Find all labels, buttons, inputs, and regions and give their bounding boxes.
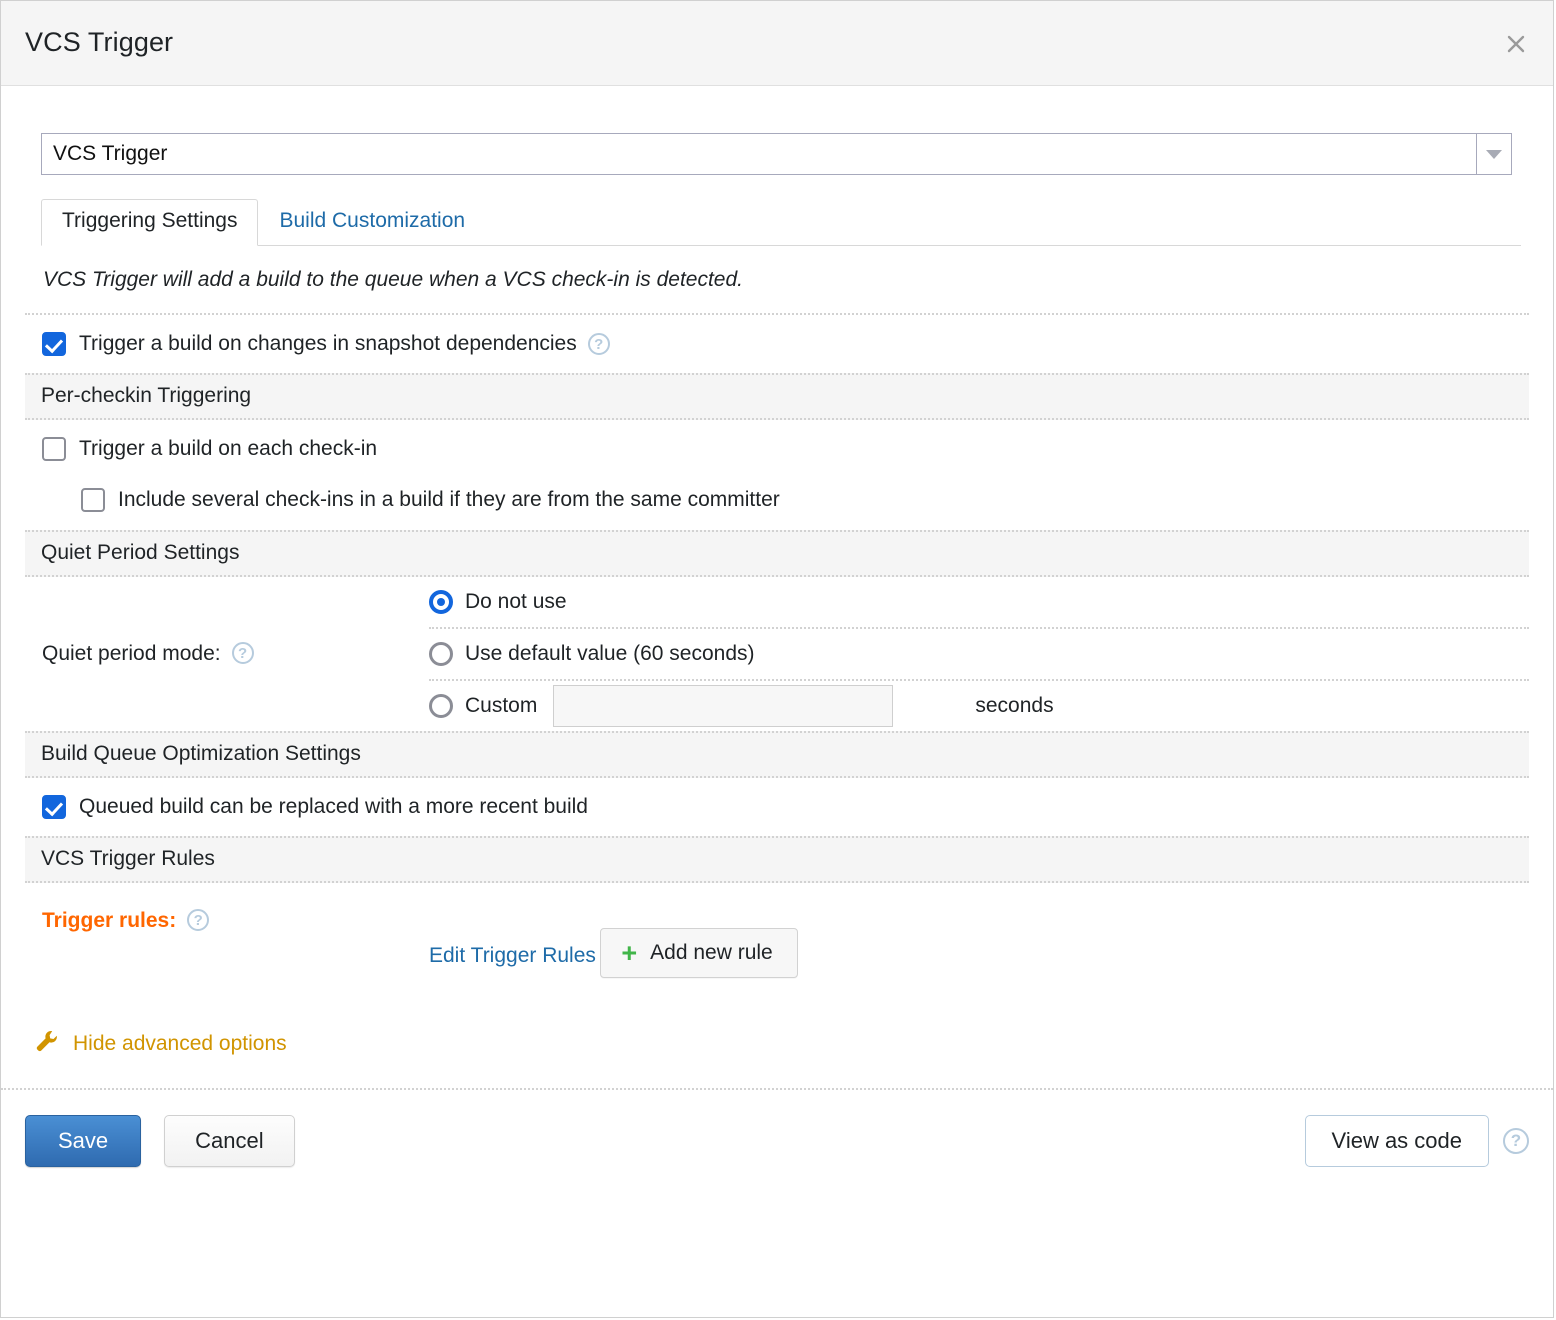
snapshot-dependencies-checkbox[interactable] [42, 332, 66, 356]
queued-build-replace-checkbox[interactable] [42, 795, 66, 819]
section-quiet-period-settings: Quiet Period Settings [25, 530, 1529, 577]
view-as-code-button[interactable]: View as code [1305, 1115, 1489, 1167]
same-committer-checkbox[interactable] [81, 488, 105, 512]
quiet-option-use-default[interactable]: Use default value (60 seconds) [429, 627, 1529, 679]
dialog-title: VCS Trigger [25, 27, 173, 58]
same-committer-label: Include several check-ins in a build if … [118, 488, 780, 512]
add-new-rule-label: Add new rule [650, 941, 773, 965]
cancel-button[interactable]: Cancel [164, 1115, 294, 1167]
tab-bar: Triggering Settings Build Customization [41, 198, 1529, 246]
radio-label: Use default value (60 seconds) [465, 642, 755, 666]
tab-label: Triggering Settings [62, 209, 237, 232]
section-vcs-trigger-rules: VCS Trigger Rules [25, 836, 1529, 883]
advanced-options-label[interactable]: Hide advanced options [73, 1032, 287, 1056]
radio-do-not-use[interactable] [429, 590, 453, 614]
quiet-period-block: Quiet period mode:? Do not use Use defau… [25, 577, 1529, 731]
trigger-rules-label-cell: Trigger rules:? [25, 909, 429, 978]
trigger-rules-label: Trigger rules: [42, 909, 176, 932]
same-committer-row[interactable]: Include several check-ins in a build if … [25, 478, 1529, 530]
quiet-period-label-cell: Quiet period mode:? [25, 642, 429, 666]
chevron-down-icon[interactable] [1476, 134, 1511, 174]
close-icon[interactable] [1501, 29, 1531, 59]
help-icon[interactable]: ? [232, 642, 254, 664]
help-icon[interactable]: ? [187, 909, 209, 931]
radio-custom[interactable] [429, 694, 453, 718]
dialog-footer: Save Cancel View as code ? [1, 1088, 1553, 1167]
radio-use-default[interactable] [429, 642, 453, 666]
quiet-period-radio-group: Do not use Use default value (60 seconds… [429, 577, 1529, 731]
section-build-queue-optimization: Build Queue Optimization Settings [25, 731, 1529, 778]
dialog-body: VCS Trigger Triggering Settings Build Cu… [1, 133, 1553, 1167]
trigger-rules-block: Trigger rules:? Edit Trigger Rules + Add… [25, 883, 1529, 978]
each-checkin-row[interactable]: Trigger a build on each check-in [25, 420, 1529, 478]
trigger-rules-controls: Edit Trigger Rules + Add new rule [429, 909, 1529, 978]
section-per-checkin-triggering: Per-checkin Triggering [25, 373, 1529, 420]
plus-icon: + [621, 943, 637, 963]
footer-right-group: View as code ? [1305, 1115, 1529, 1167]
trigger-description: VCS Trigger will add a build to the queu… [43, 268, 1529, 292]
radio-label: Custom [465, 694, 537, 718]
trigger-type-select[interactable]: VCS Trigger [41, 133, 1512, 175]
save-button[interactable]: Save [25, 1115, 141, 1167]
quiet-period-label: Quiet period mode: [42, 642, 221, 665]
quiet-option-custom[interactable]: Custom seconds [429, 679, 1529, 731]
add-new-rule-button[interactable]: + Add new rule [600, 928, 797, 978]
queued-build-replace-label: Queued build can be replaced with a more… [79, 795, 588, 819]
seconds-unit-label: seconds [975, 694, 1053, 718]
help-icon[interactable]: ? [588, 333, 610, 355]
dialog-header: VCS Trigger [1, 1, 1553, 86]
wrench-icon [33, 1027, 61, 1060]
advanced-options-row[interactable]: Hide advanced options [25, 978, 1529, 1088]
custom-seconds-input[interactable] [553, 685, 893, 727]
tab-triggering-settings[interactable]: Triggering Settings [41, 199, 258, 246]
trigger-type-value: VCS Trigger [42, 134, 1476, 174]
tab-build-customization[interactable]: Build Customization [258, 199, 486, 246]
help-icon[interactable]: ? [1503, 1128, 1529, 1154]
queued-build-replace-row[interactable]: Queued build can be replaced with a more… [25, 778, 1529, 836]
each-checkin-label: Trigger a build on each check-in [79, 437, 377, 461]
tab-label: Build Customization [279, 209, 465, 232]
edit-trigger-rules-link[interactable]: Edit Trigger Rules [429, 944, 596, 968]
each-checkin-checkbox[interactable] [42, 437, 66, 461]
snapshot-dependencies-row[interactable]: Trigger a build on changes in snapshot d… [25, 315, 1529, 373]
snapshot-dependencies-label: Trigger a build on changes in snapshot d… [79, 332, 577, 356]
vcs-trigger-dialog: VCS Trigger VCS Trigger Triggering Setti… [0, 0, 1554, 1318]
radio-label: Do not use [465, 590, 567, 614]
quiet-option-do-not-use[interactable]: Do not use [429, 577, 1529, 627]
